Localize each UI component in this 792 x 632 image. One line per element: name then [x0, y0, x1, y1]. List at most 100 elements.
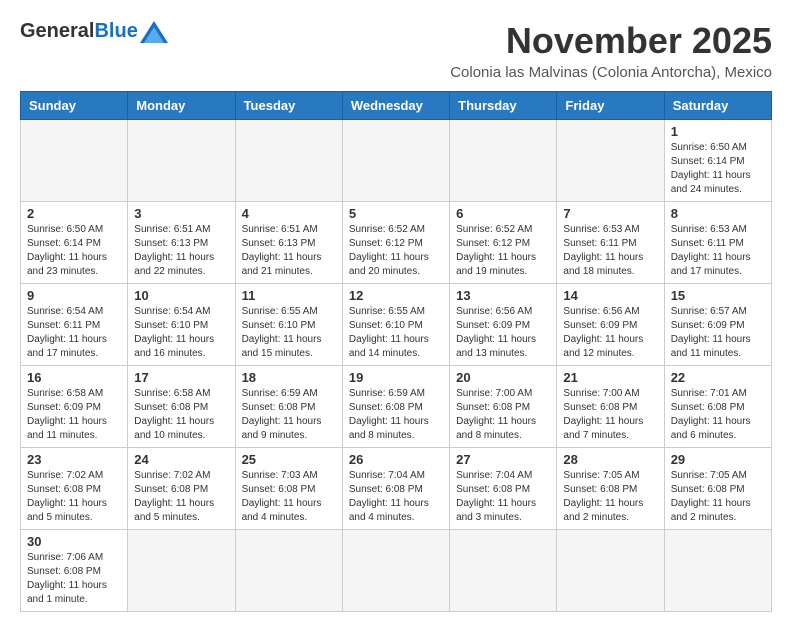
- calendar-cell: [128, 120, 235, 202]
- day-info: Sunrise: 7:01 AM Sunset: 6:08 PM Dayligh…: [671, 387, 765, 443]
- day-number: 28: [563, 452, 657, 467]
- calendar-week-row: 16 Sunrise: 6:58 AM Sunset: 6:09 PM Dayli…: [21, 366, 772, 448]
- calendar-cell: [235, 530, 342, 612]
- day-number: 26: [349, 452, 443, 467]
- day-number: 23: [27, 452, 121, 467]
- calendar-cell: 8 Sunrise: 6:53 AM Sunset: 6:11 PM Daylig…: [664, 202, 771, 284]
- calendar-cell: 27 Sunrise: 7:04 AM Sunset: 6:08 PM Dayli…: [450, 448, 557, 530]
- day-info: Sunrise: 7:06 AM Sunset: 6:08 PM Dayligh…: [27, 551, 121, 607]
- day-info: Sunrise: 6:53 AM Sunset: 6:11 PM Dayligh…: [563, 223, 657, 279]
- calendar-cell: 10 Sunrise: 6:54 AM Sunset: 6:10 PM Dayli…: [128, 284, 235, 366]
- day-info: Sunrise: 7:04 AM Sunset: 6:08 PM Dayligh…: [456, 469, 550, 525]
- day-info: Sunrise: 6:50 AM Sunset: 6:14 PM Dayligh…: [27, 223, 121, 279]
- day-info: Sunrise: 6:55 AM Sunset: 6:10 PM Dayligh…: [349, 305, 443, 361]
- day-number: 5: [349, 206, 443, 221]
- day-info: Sunrise: 6:58 AM Sunset: 6:08 PM Dayligh…: [134, 387, 228, 443]
- calendar-header-tuesday: Tuesday: [235, 92, 342, 120]
- day-number: 14: [563, 288, 657, 303]
- day-info: Sunrise: 6:51 AM Sunset: 6:13 PM Dayligh…: [242, 223, 336, 279]
- day-number: 7: [563, 206, 657, 221]
- day-info: Sunrise: 7:03 AM Sunset: 6:08 PM Dayligh…: [242, 469, 336, 525]
- day-number: 8: [671, 206, 765, 221]
- calendar-cell: 16 Sunrise: 6:58 AM Sunset: 6:09 PM Dayli…: [21, 366, 128, 448]
- day-info: Sunrise: 6:54 AM Sunset: 6:10 PM Dayligh…: [134, 305, 228, 361]
- calendar-cell: 19Sunrise: 6:59 AM Sunset: 6:08 PM Dayli…: [342, 366, 449, 448]
- day-info: Sunrise: 6:53 AM Sunset: 6:11 PM Dayligh…: [671, 223, 765, 279]
- calendar-week-row: 30 Sunrise: 7:06 AM Sunset: 6:08 PM Dayli…: [21, 530, 772, 612]
- day-number: 2: [27, 206, 121, 221]
- calendar-cell: 6 Sunrise: 6:52 AM Sunset: 6:12 PM Daylig…: [450, 202, 557, 284]
- day-info: Sunrise: 6:55 AM Sunset: 6:10 PM Dayligh…: [242, 305, 336, 361]
- calendar-cell: 2 Sunrise: 6:50 AM Sunset: 6:14 PM Daylig…: [21, 202, 128, 284]
- calendar-cell: 29 Sunrise: 7:05 AM Sunset: 6:08 PM Dayli…: [664, 448, 771, 530]
- calendar-cell: 1Sunrise: 6:50 AM Sunset: 6:14 PM Daylig…: [664, 120, 771, 202]
- calendar-cell: 17 Sunrise: 6:58 AM Sunset: 6:08 PM Dayli…: [128, 366, 235, 448]
- day-number: 24: [134, 452, 228, 467]
- logo-general-text: General: [20, 20, 94, 43]
- calendar-cell: [664, 530, 771, 612]
- calendar-cell: 5 Sunrise: 6:52 AM Sunset: 6:12 PM Daylig…: [342, 202, 449, 284]
- calendar-cell: 13 Sunrise: 6:56 AM Sunset: 6:09 PM Dayli…: [450, 284, 557, 366]
- calendar-cell: 11 Sunrise: 6:55 AM Sunset: 6:10 PM Dayli…: [235, 284, 342, 366]
- calendar-cell: [235, 120, 342, 202]
- day-info: Sunrise: 7:02 AM Sunset: 6:08 PM Dayligh…: [27, 469, 121, 525]
- calendar-header-monday: Monday: [128, 92, 235, 120]
- logo-blue-text: Blue: [94, 20, 137, 43]
- calendar-cell: [21, 120, 128, 202]
- day-number: 30: [27, 534, 121, 549]
- calendar-cell: 21 Sunrise: 7:00 AM Sunset: 6:08 PM Dayli…: [557, 366, 664, 448]
- day-number: 29: [671, 452, 765, 467]
- day-info: Sunrise: 7:05 AM Sunset: 6:08 PM Dayligh…: [671, 469, 765, 525]
- day-number: 6: [456, 206, 550, 221]
- calendar-cell: [557, 530, 664, 612]
- day-info: Sunrise: 6:52 AM Sunset: 6:12 PM Dayligh…: [456, 223, 550, 279]
- calendar-cell: 26 Sunrise: 7:04 AM Sunset: 6:08 PM Dayli…: [342, 448, 449, 530]
- calendar-cell: [450, 120, 557, 202]
- calendar-cell: 20Sunrise: 7:00 AM Sunset: 6:08 PM Dayli…: [450, 366, 557, 448]
- calendar-header-saturday: Saturday: [664, 92, 771, 120]
- calendar-week-row: 23 Sunrise: 7:02 AM Sunset: 6:08 PM Dayli…: [21, 448, 772, 530]
- calendar-week-row: 1Sunrise: 6:50 AM Sunset: 6:14 PM Daylig…: [21, 120, 772, 202]
- calendar-cell: 28Sunrise: 7:05 AM Sunset: 6:08 PM Dayli…: [557, 448, 664, 530]
- title-section: November 2025 Colonia las Malvinas (Colo…: [450, 20, 772, 81]
- calendar-cell: 30 Sunrise: 7:06 AM Sunset: 6:08 PM Dayli…: [21, 530, 128, 612]
- day-number: 16: [27, 370, 121, 385]
- day-info: Sunrise: 6:52 AM Sunset: 6:12 PM Dayligh…: [349, 223, 443, 279]
- day-number: 17: [134, 370, 228, 385]
- calendar-header-row: SundayMondayTuesdayWednesdayThursdayFrid…: [21, 92, 772, 120]
- day-info: Sunrise: 6:56 AM Sunset: 6:09 PM Dayligh…: [456, 305, 550, 361]
- calendar-header-sunday: Sunday: [21, 92, 128, 120]
- day-info: Sunrise: 7:04 AM Sunset: 6:08 PM Dayligh…: [349, 469, 443, 525]
- calendar-cell: 3 Sunrise: 6:51 AM Sunset: 6:13 PM Daylig…: [128, 202, 235, 284]
- day-number: 9: [27, 288, 121, 303]
- calendar-week-row: 9Sunrise: 6:54 AM Sunset: 6:11 PM Daylig…: [21, 284, 772, 366]
- calendar-cell: [342, 530, 449, 612]
- day-number: 18: [242, 370, 336, 385]
- day-info: Sunrise: 7:00 AM Sunset: 6:08 PM Dayligh…: [563, 387, 657, 443]
- day-info: Sunrise: 6:59 AM Sunset: 6:08 PM Dayligh…: [242, 387, 336, 443]
- day-number: 27: [456, 452, 550, 467]
- day-info: Sunrise: 6:51 AM Sunset: 6:13 PM Dayligh…: [134, 223, 228, 279]
- calendar-cell: 15Sunrise: 6:57 AM Sunset: 6:09 PM Dayli…: [664, 284, 771, 366]
- calendar-cell: [450, 530, 557, 612]
- day-number: 25: [242, 452, 336, 467]
- day-number: 11: [242, 288, 336, 303]
- calendar-cell: 24Sunrise: 7:02 AM Sunset: 6:08 PM Dayli…: [128, 448, 235, 530]
- day-number: 13: [456, 288, 550, 303]
- day-info: Sunrise: 6:58 AM Sunset: 6:09 PM Dayligh…: [27, 387, 121, 443]
- calendar-cell: 4Sunrise: 6:51 AM Sunset: 6:13 PM Daylig…: [235, 202, 342, 284]
- calendar-cell: 12Sunrise: 6:55 AM Sunset: 6:10 PM Dayli…: [342, 284, 449, 366]
- day-number: 21: [563, 370, 657, 385]
- calendar-week-row: 2 Sunrise: 6:50 AM Sunset: 6:14 PM Daylig…: [21, 202, 772, 284]
- calendar-header-friday: Friday: [557, 92, 664, 120]
- day-number: 22: [671, 370, 765, 385]
- calendar-cell: 23 Sunrise: 7:02 AM Sunset: 6:08 PM Dayli…: [21, 448, 128, 530]
- day-info: Sunrise: 6:59 AM Sunset: 6:08 PM Dayligh…: [349, 387, 443, 443]
- logo: General Blue: [20, 20, 168, 43]
- day-number: 3: [134, 206, 228, 221]
- logo-icon: [140, 21, 168, 43]
- header: General Blue November 2025 Colonia las M…: [20, 20, 772, 81]
- location-title: Colonia las Malvinas (Colonia Antorcha),…: [450, 64, 772, 81]
- day-number: 10: [134, 288, 228, 303]
- calendar-cell: 18 Sunrise: 6:59 AM Sunset: 6:08 PM Dayli…: [235, 366, 342, 448]
